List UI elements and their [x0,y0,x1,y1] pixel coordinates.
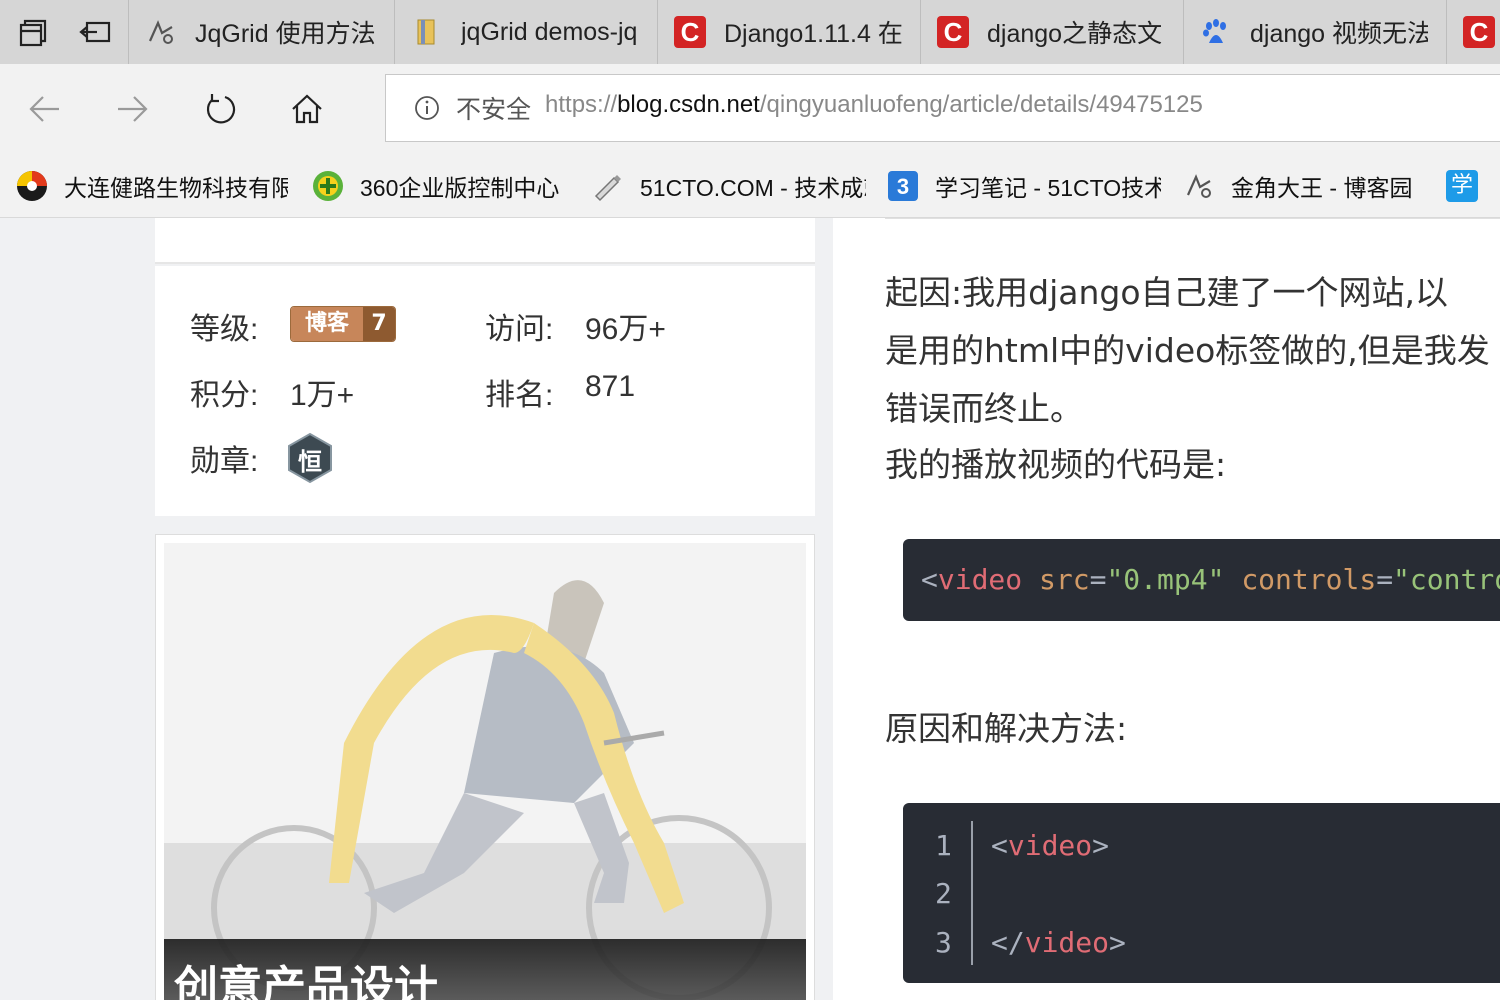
baidu-icon [1200,16,1232,48]
folder-icon [411,16,443,48]
code-line: </video> [991,926,1126,959]
home-icon [292,94,322,124]
article-body: 起因:我用django自己建了一个网站,以 是用的html中的video标签做的… [833,218,1500,1000]
360-icon [312,170,344,202]
bicycle-rider-illustration [164,543,806,1000]
line-number: 2 [935,877,952,910]
points-label: 积分: [190,379,259,412]
set-tabs-aside-button[interactable] [64,0,128,64]
favorite-label: 51CTO.COM - 技术成就梦想 [640,174,866,201]
tab-label: django 视频无法 [1250,20,1428,48]
profile-card-top [155,218,815,264]
rank-label: 排名: [485,379,554,412]
level-label: 等级: [190,313,259,346]
tabs-aside-icon [79,21,111,43]
article-paragraph: 错误而终止。 [885,389,1083,428]
cnblogs-icon [145,16,177,48]
arrow-right-icon [118,96,148,122]
tab-actions-button[interactable] [0,0,64,64]
points-value: 1万+ [290,379,355,412]
tab-csdn-overflow[interactable]: C [1446,0,1500,64]
navigation-bar: 不安全 https://blog.csdn.net/qingyuanluofen… [0,64,1500,154]
svg-text:3: 3 [897,174,909,199]
refresh-button[interactable] [180,64,260,154]
ad-image[interactable]: 创意产品设计 [164,543,806,1000]
favorite-item[interactable]: 51CTO.COM - 技术成就梦想 [592,154,867,217]
tab-label: JqGrid 使用方法 [195,20,376,48]
favorite-item[interactable]: 大连健路生物科技有限公司 [16,154,291,217]
address-bar[interactable]: 不安全 https://blog.csdn.net/qingyuanluofen… [385,74,1500,142]
csdn-icon: C [1463,16,1495,48]
pen-icon [592,170,624,202]
code-line: <video src="0.mp4" controls="controls" [921,563,1500,596]
profile-stats-card: 等级: 博客 7 访问: 96万+ 积分: 1万+ 排名: 871 勋章: 恒 [155,266,815,516]
favorite-item[interactable]: 金角大王 - 博客园 [1183,154,1428,217]
tab-strip: JqGrid 使用方法 jqGrid demos-jq C Django1.11… [0,0,1500,64]
cnblogs-icon [1183,170,1215,202]
study-icon: 学 [1446,169,1478,202]
info-icon[interactable] [412,93,442,123]
badge-text: 博客 [291,307,363,341]
code-line: <video> [991,829,1110,862]
tab-label: jqGrid demos-jq [461,17,638,46]
ad-title-bar: 创意产品设计 [164,939,806,1000]
tabs-overview-icon [19,19,47,47]
article-paragraph: 我的播放视频的代码是: [885,445,1227,484]
refresh-icon [206,94,236,124]
article-paragraph: 是用的html中的video标签做的,但是我发 [885,331,1490,370]
url-text[interactable]: https://blog.csdn.net/qingyuanluofeng/ar… [545,91,1203,119]
tab-django-1-11[interactable]: C Django1.11.4 在 [657,0,920,64]
csdn-icon: C [937,16,969,48]
code-block-numbered[interactable]: 1 2 3 <video> </video> [903,803,1500,983]
medal-icon[interactable]: 恒 [286,432,334,484]
line-number-gutter [971,821,973,965]
page-content: 等级: 博客 7 访问: 96万+ 积分: 1万+ 排名: 871 勋章: 恒 [0,218,1500,1000]
tab-jqgrid-usage[interactable]: JqGrid 使用方法 [128,0,394,64]
ad-card[interactable]: 创意产品设计 [155,534,815,1000]
article-paragraph: 原因和解决方法: [885,709,1128,748]
51cto-icon: 3 [887,170,919,202]
code-block[interactable]: <video src="0.mp4" controls="controls" [903,539,1500,621]
favorite-label: 360企业版控制中心 [360,174,560,201]
back-button[interactable] [5,64,85,154]
visits-value: 96万+ [585,313,666,346]
tab-label: Django1.11.4 在 [724,20,903,48]
tab-label: django之静态文 [987,20,1163,48]
globe-logo-icon [16,170,48,202]
visits-label: 访问: [485,313,554,346]
forward-button[interactable] [92,64,172,154]
divider [885,218,1500,223]
tab-jqgrid-demos[interactable]: jqGrid demos-jq [394,0,657,64]
ad-title: 创意产品设计 [174,962,438,1000]
favorite-label: 大连健路生物科技有限公司 [64,174,288,201]
blog-level-badge[interactable]: 博客 7 [290,306,396,342]
arrow-left-icon [29,96,59,122]
security-status[interactable]: 不安全 [456,90,531,126]
favorites-bar: 大连健路生物科技有限公司 360企业版控制中心 51CTO.COM - 技术成就… [0,154,1500,218]
csdn-icon: C [674,16,706,48]
favorite-item[interactable]: 360企业版控制中心 [312,154,570,217]
home-button[interactable] [267,64,347,154]
rank-value: 871 [585,370,636,403]
medal-text: 恒 [298,448,322,476]
badge-level: 7 [363,307,395,341]
tab-django-video[interactable]: django 视频无法 [1183,0,1446,64]
line-number: 1 [935,829,952,862]
line-number: 3 [935,926,952,959]
tab-django-static[interactable]: C django之静态文 [920,0,1183,64]
favorite-item[interactable]: 学 [1446,154,1500,217]
article-paragraph: 起因:我用django自己建了一个网站,以 [885,273,1448,312]
favorite-label: 金角大王 - 博客园 [1231,174,1413,201]
favorite-label: 学习笔记 - 51CTO技术博客 [935,174,1161,201]
medal-label: 勋章: [190,445,259,478]
favorite-item[interactable]: 3 学习笔记 - 51CTO技术博客 [887,154,1163,217]
